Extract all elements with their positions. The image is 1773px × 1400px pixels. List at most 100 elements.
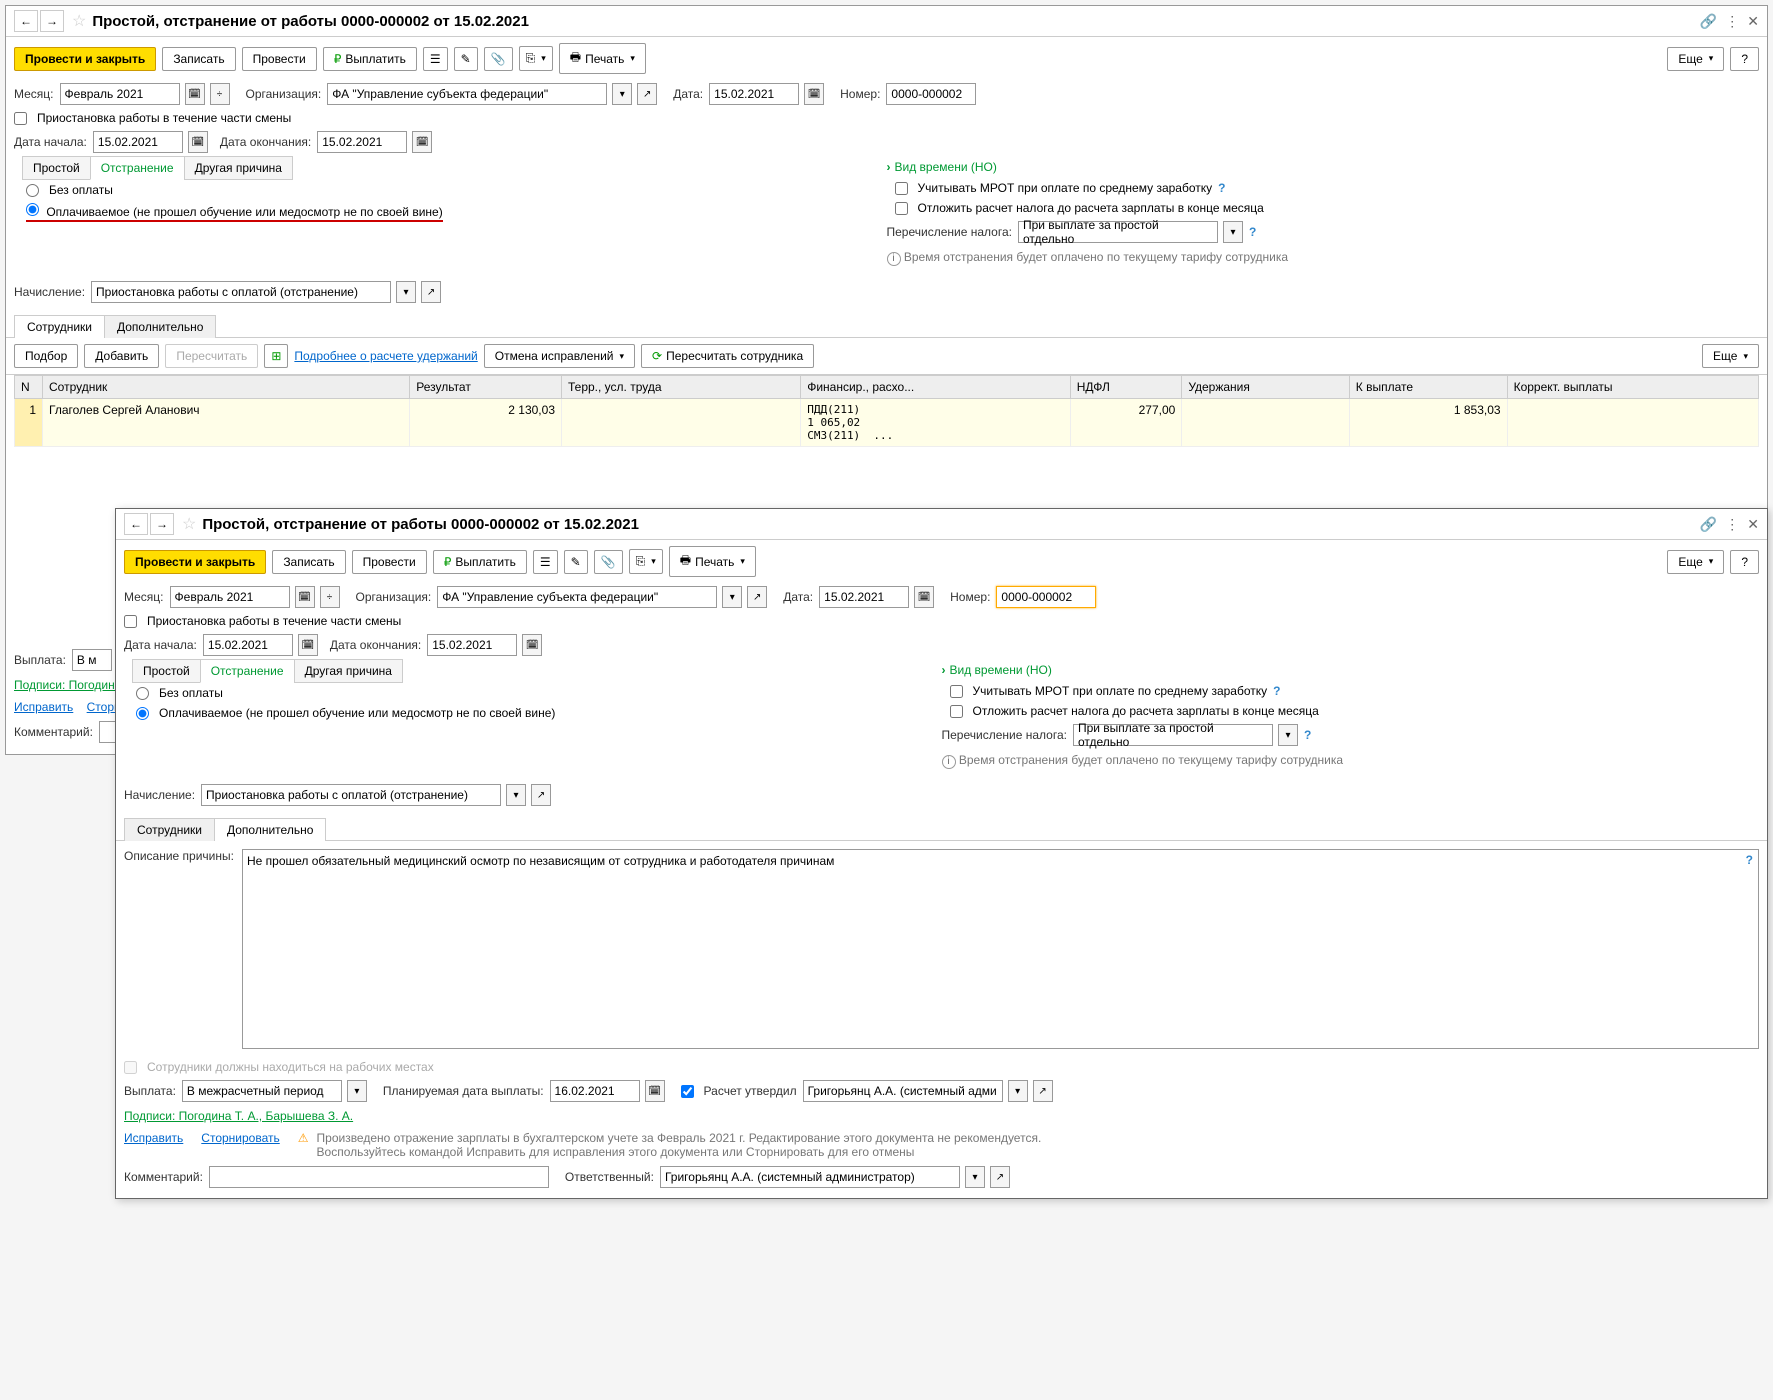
defer-tax-checkbox[interactable] (950, 705, 963, 718)
org-dropdown[interactable]: ▾ (612, 83, 632, 105)
payout-input[interactable]: В межрасчетный период (182, 1080, 342, 1102)
tab-suspend[interactable]: Отстранение (90, 156, 185, 180)
favorite-icon[interactable]: ☆ (182, 514, 196, 534)
menu-icon[interactable]: ⋮ (1725, 516, 1739, 533)
approved-input[interactable]: Григорьянц А.А. (системный адми (803, 1080, 1003, 1102)
end-calendar-icon[interactable]: 🗓 (522, 634, 542, 656)
planned-calendar-icon[interactable]: 🗓 (645, 1080, 665, 1102)
help-icon[interactable]: ? (1746, 853, 1753, 867)
tab-suspend[interactable]: Отстранение (200, 659, 295, 683)
accrual-open[interactable]: ↗ (421, 281, 441, 303)
deductions-link[interactable]: Подробнее о расчете удержаний (294, 349, 477, 363)
org-open[interactable]: ↗ (637, 83, 657, 105)
number-input[interactable]: 0000-000002 (996, 586, 1096, 608)
month-input[interactable]: Февраль 2021 (170, 586, 290, 608)
month-calendar-icon[interactable]: 🗓 (295, 586, 315, 608)
close-icon[interactable]: ✕ (1747, 13, 1759, 30)
date-input[interactable]: 15.02.2021 (819, 586, 909, 608)
edit-icon[interactable]: ✎ (454, 47, 478, 71)
table-more-button[interactable]: Еще (1702, 344, 1759, 368)
post-button[interactable]: Провести (242, 47, 317, 71)
org-input[interactable]: ФА "Управление субъекта федерации" (437, 586, 717, 608)
month-spinner[interactable]: ÷ (320, 586, 340, 608)
write-button[interactable]: Записать (162, 47, 235, 71)
accrual-dropdown[interactable]: ▾ (506, 784, 526, 806)
approved-checkbox[interactable] (681, 1085, 694, 1098)
start-input[interactable]: 15.02.2021 (93, 131, 183, 153)
accrual-input[interactable]: Приостановка работы с оплатой (отстранен… (91, 281, 391, 303)
help-icon[interactable]: ? (1218, 181, 1225, 195)
post-close-button[interactable]: Провести и закрыть (124, 550, 266, 574)
print-button[interactable]: 🖶 Печать (559, 43, 646, 74)
link-icon[interactable]: 🔗 (1700, 516, 1717, 533)
back-button[interactable]: ← (14, 10, 38, 32)
radio-nopay[interactable] (136, 687, 149, 700)
select-button[interactable]: Подбор (14, 344, 78, 368)
fix-link[interactable]: Исправить (124, 1131, 183, 1145)
tax-transfer-input[interactable]: При выплате за простой отдельно (1073, 724, 1273, 746)
date-calendar-icon[interactable]: 🗓 (914, 586, 934, 608)
print-button[interactable]: 🖶 Печать (669, 546, 756, 577)
radio-paid[interactable] (136, 707, 149, 720)
subtab-employees[interactable]: Сотрудники (14, 315, 105, 338)
accrual-open[interactable]: ↗ (531, 784, 551, 806)
help-icon[interactable]: ? (1304, 728, 1311, 742)
time-type-link[interactable]: Вид времени (НО) (887, 160, 997, 174)
start-calendar-icon[interactable]: 🗓 (298, 634, 318, 656)
tax-transfer-input[interactable]: При выплате за простой отдельно (1018, 221, 1218, 243)
table-settings-icon[interactable]: ⊞ (264, 344, 288, 368)
subtab-employees[interactable]: Сотрудники (124, 818, 215, 841)
time-type-link[interactable]: Вид времени (НО) (942, 663, 1052, 677)
approved-dropdown[interactable]: ▾ (1008, 1080, 1028, 1102)
radio-paid[interactable] (26, 203, 39, 216)
fix-link[interactable]: Исправить (14, 700, 73, 714)
payout-dropdown[interactable]: ▾ (347, 1080, 367, 1102)
tab-other[interactable]: Другая причина (184, 156, 293, 180)
post-button[interactable]: Провести (352, 550, 427, 574)
help-button[interactable]: ? (1730, 550, 1759, 574)
start-input[interactable]: 15.02.2021 (203, 634, 293, 656)
approved-open[interactable]: ↗ (1033, 1080, 1053, 1102)
comment-input[interactable] (209, 1166, 549, 1188)
end-input[interactable]: 15.02.2021 (427, 634, 517, 656)
post-close-button[interactable]: Провести и закрыть (14, 47, 156, 71)
tax-transfer-dropdown[interactable]: ▾ (1223, 221, 1243, 243)
start-calendar-icon[interactable]: 🗓 (188, 131, 208, 153)
pay-button[interactable]: ₽Выплатить (323, 47, 417, 71)
copy-icon[interactable]: ⎘ (519, 46, 553, 71)
help-icon[interactable]: ? (1249, 225, 1256, 239)
edit-icon[interactable]: ✎ (564, 550, 588, 574)
more-button[interactable]: Еще (1667, 47, 1724, 71)
forward-button[interactable]: → (40, 10, 64, 32)
more-button[interactable]: Еще (1667, 550, 1724, 574)
description-textarea[interactable]: Не прошел обязательный медицинский осмот… (242, 849, 1759, 1049)
signatures-link[interactable]: Подписи: Погодина Т. А., Барышева З. А. (124, 1109, 353, 1123)
defer-tax-checkbox[interactable] (895, 202, 908, 215)
close-icon[interactable]: ✕ (1747, 516, 1759, 533)
copy-icon[interactable]: ⎘ (629, 549, 663, 574)
mrot-checkbox[interactable] (895, 182, 908, 195)
month-calendar-icon[interactable]: 🗓 (185, 83, 205, 105)
help-button[interactable]: ? (1730, 47, 1759, 71)
payout-input[interactable]: В м (72, 649, 112, 671)
pay-button[interactable]: ₽Выплатить (433, 550, 527, 574)
signatures-link[interactable]: Подписи: Погодина (14, 678, 121, 692)
list-icon[interactable]: ☰ (533, 550, 558, 574)
resp-input[interactable]: Григорьянц А.А. (системный администратор… (660, 1166, 960, 1188)
tab-simple[interactable]: Простой (132, 659, 201, 683)
org-input[interactable]: ФА "Управление субъекта федерации" (327, 83, 607, 105)
write-button[interactable]: Записать (272, 550, 345, 574)
tax-transfer-dropdown[interactable]: ▾ (1278, 724, 1298, 746)
org-open[interactable]: ↗ (747, 586, 767, 608)
end-calendar-icon[interactable]: 🗓 (412, 131, 432, 153)
radio-nopay[interactable] (26, 184, 39, 197)
forward-button[interactable]: → (150, 513, 174, 535)
help-icon[interactable]: ? (1273, 684, 1280, 698)
accrual-input[interactable]: Приостановка работы с оплатой (отстранен… (201, 784, 501, 806)
favorite-icon[interactable]: ☆ (72, 11, 86, 31)
month-input[interactable]: Февраль 2021 (60, 83, 180, 105)
org-dropdown[interactable]: ▾ (722, 586, 742, 608)
list-icon[interactable]: ☰ (423, 47, 448, 71)
table-row[interactable]: 1 Глаголев Сергей Аланович 2 130,03 ПДД(… (15, 399, 1759, 447)
month-spinner[interactable]: ÷ (210, 83, 230, 105)
